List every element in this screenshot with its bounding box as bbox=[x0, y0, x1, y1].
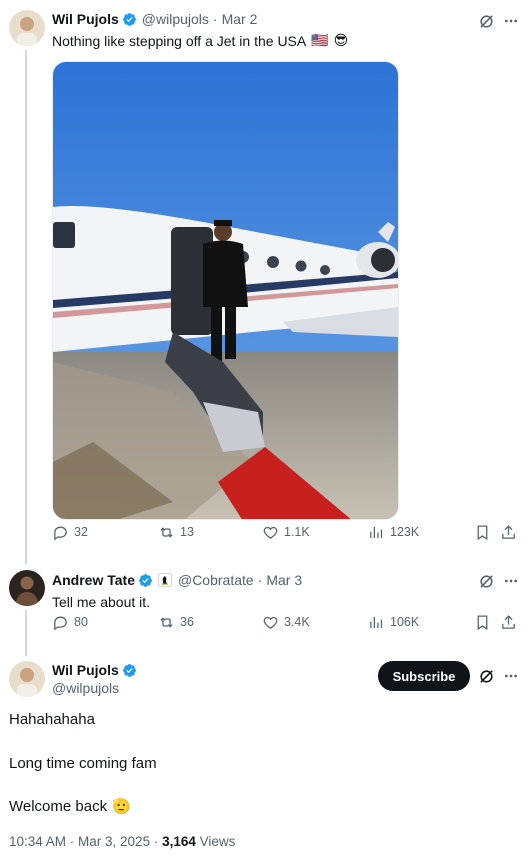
post-timestamp[interactable]: 10:34 AM · Mar 3, 2025 · bbox=[9, 834, 162, 849]
views-button[interactable]: 106K bbox=[368, 614, 419, 631]
grok-icon[interactable] bbox=[477, 12, 495, 30]
post-header: Andrew Tate @Cobratate · Mar 3 bbox=[52, 572, 302, 588]
subscribe-button[interactable]: Subscribe bbox=[378, 661, 470, 691]
us-flag-emoji: 🇺🇸 bbox=[311, 32, 329, 48]
grok-icon[interactable] bbox=[477, 667, 495, 685]
avatar[interactable] bbox=[9, 570, 45, 606]
author-handle[interactable]: @wilpujols bbox=[142, 11, 209, 27]
sunglasses-emoji: 😎 bbox=[333, 32, 349, 48]
repost-count: 13 bbox=[180, 525, 194, 539]
bookmark-icon bbox=[477, 614, 488, 630]
post-text-line-wrap: Welcome back 🫡 bbox=[9, 797, 131, 816]
heart-icon bbox=[263, 526, 278, 539]
affiliate-badge-icon[interactable] bbox=[157, 573, 172, 587]
post-text-line: Hahahahaha bbox=[9, 711, 95, 728]
post-date[interactable]: Mar 3 bbox=[266, 572, 302, 588]
bookmark-button[interactable] bbox=[474, 614, 491, 631]
verified-icon bbox=[122, 12, 136, 26]
views-total: 3,164 bbox=[162, 834, 196, 849]
post-header: Wil Pujols @wilpujols · Mar 2 bbox=[52, 11, 257, 27]
more-options-icon[interactable] bbox=[502, 12, 520, 30]
separator-dot: · bbox=[257, 572, 263, 588]
reply-button[interactable]: 80 bbox=[52, 614, 88, 631]
like-count: 1.1K bbox=[284, 525, 310, 539]
bookmark-icon bbox=[477, 524, 488, 540]
views-label: Views bbox=[195, 834, 236, 849]
reply-icon bbox=[54, 616, 67, 631]
share-button[interactable] bbox=[500, 524, 517, 541]
repost-count: 36 bbox=[180, 615, 194, 629]
share-button[interactable] bbox=[500, 614, 517, 631]
views-count: 106K bbox=[390, 615, 420, 629]
verified-icon bbox=[139, 573, 152, 587]
share-icon bbox=[502, 524, 515, 539]
reply-count: 32 bbox=[74, 525, 88, 539]
views-count: 123K bbox=[390, 525, 420, 539]
repost-icon bbox=[160, 526, 173, 538]
author-handle[interactable]: @wilpujols bbox=[52, 680, 119, 696]
reply-count: 80 bbox=[74, 615, 88, 629]
grok-icon[interactable] bbox=[477, 572, 495, 590]
views-icon bbox=[370, 526, 383, 538]
repost-button[interactable]: 13 bbox=[158, 524, 194, 541]
repost-button[interactable]: 36 bbox=[158, 614, 194, 631]
separator-dot: · bbox=[212, 11, 218, 27]
post-text-body: Nothing like stepping off a Jet in the U… bbox=[52, 32, 307, 49]
like-count: 3.4K bbox=[284, 615, 310, 629]
views-icon bbox=[370, 616, 383, 628]
share-icon bbox=[502, 614, 515, 629]
author-name[interactable]: Andrew Tate bbox=[52, 572, 135, 588]
verified-icon bbox=[122, 663, 136, 677]
thread-line bbox=[25, 610, 27, 656]
bookmark-button[interactable] bbox=[474, 524, 491, 541]
salute-emoji: 🫡 bbox=[112, 798, 131, 815]
post-text-line: Welcome back bbox=[9, 797, 108, 815]
like-button[interactable]: 3.4K bbox=[262, 614, 310, 631]
like-button[interactable]: 1.1K bbox=[262, 524, 310, 541]
author-name[interactable]: Wil Pujols bbox=[52, 662, 119, 678]
author-name[interactable]: Wil Pujols bbox=[52, 11, 119, 27]
avatar[interactable] bbox=[9, 10, 45, 46]
post-header: Wil Pujols bbox=[52, 662, 137, 678]
post-text-line: Long time coming fam bbox=[9, 755, 157, 772]
post-text-body: Tell me about it. bbox=[52, 594, 151, 610]
reply-button[interactable]: 32 bbox=[52, 524, 88, 541]
author-handle[interactable]: @Cobratate bbox=[178, 572, 254, 588]
repost-icon bbox=[160, 616, 173, 628]
views-button[interactable]: 123K bbox=[368, 524, 419, 541]
thread-line bbox=[25, 50, 27, 564]
more-options-icon[interactable] bbox=[502, 572, 520, 590]
reply-icon bbox=[54, 526, 67, 541]
post-text: Nothing like stepping off a Jet in the U… bbox=[52, 32, 348, 49]
post-image[interactable] bbox=[52, 61, 399, 520]
post-meta: 10:34 AM · Mar 3, 2025 · 3,164 Views bbox=[9, 834, 235, 849]
heart-icon bbox=[263, 616, 278, 629]
avatar[interactable] bbox=[9, 661, 45, 697]
post-date[interactable]: Mar 2 bbox=[222, 11, 258, 27]
more-options-icon[interactable] bbox=[502, 667, 520, 685]
